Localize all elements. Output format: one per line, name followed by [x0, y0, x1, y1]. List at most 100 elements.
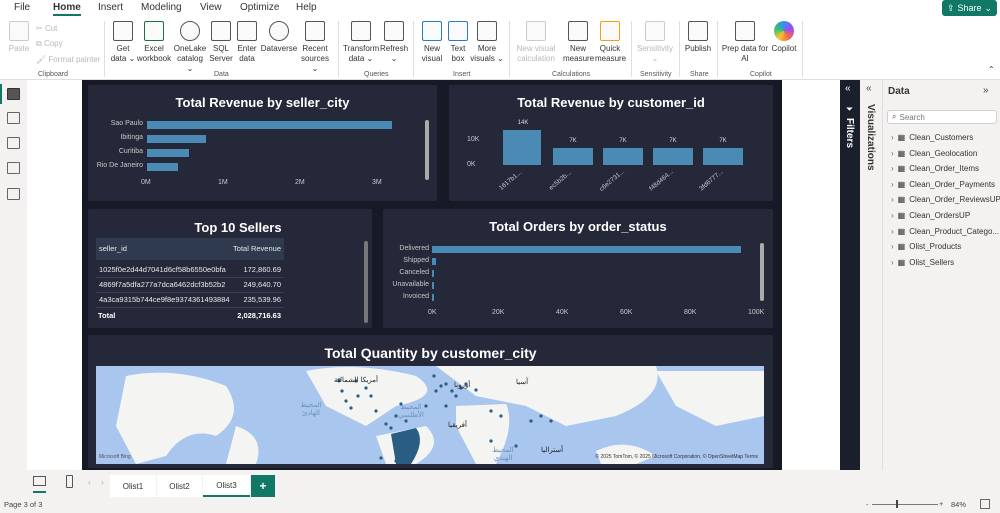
map-point[interactable]: [384, 422, 387, 425]
paste-button[interactable]: Paste: [6, 21, 32, 54]
map-point[interactable]: [394, 459, 397, 462]
text-box-button[interactable]: Text box: [447, 21, 469, 64]
publish-button[interactable]: Publish: [683, 21, 713, 54]
map-point[interactable]: [404, 419, 407, 422]
map-point[interactable]: [369, 394, 372, 397]
zoom-slider-thumb[interactable]: [896, 500, 898, 508]
top-sellers-table[interactable]: Top 10 Sellers seller_id Total Revenue T…: [88, 209, 372, 328]
fit-to-page-icon[interactable]: [980, 499, 990, 509]
data-table-item[interactable]: ›▦Olist_Sellers: [891, 258, 954, 267]
transform-data-button[interactable]: Transform data ⌄: [343, 21, 379, 64]
page-tab-olist3[interactable]: Olist3: [203, 475, 250, 497]
customer-id-chart[interactable]: Total Revenue by customer_id 0K10K14K161…: [449, 85, 773, 201]
map-point[interactable]: [450, 389, 453, 392]
excel-workbook-button[interactable]: Excel workbook: [136, 21, 172, 64]
data-table-item[interactable]: ›▦Clean_Geolocation: [891, 149, 977, 158]
column-header-seller-id[interactable]: seller_id: [99, 244, 127, 253]
map-point[interactable]: [474, 388, 477, 391]
map-point[interactable]: [444, 404, 447, 407]
map-point[interactable]: [374, 409, 377, 412]
map-point[interactable]: [356, 394, 359, 397]
menu-file[interactable]: File: [14, 2, 30, 13]
expand-visualizations-icon[interactable]: «: [866, 83, 872, 94]
search-field[interactable]: [899, 113, 989, 122]
scrollbar[interactable]: [425, 120, 429, 180]
new-visual-button[interactable]: New visual: [418, 21, 446, 64]
mobile-layout-icon[interactable]: [66, 475, 73, 488]
sql-server-button[interactable]: SQL Server: [209, 21, 233, 64]
data-table-item[interactable]: ›▦Olist_Products: [891, 242, 961, 251]
menu-insert[interactable]: Insert: [98, 2, 123, 13]
table-view-icon[interactable]: [7, 112, 20, 124]
tmdl-view-icon[interactable]: [7, 188, 20, 200]
order-status-chart[interactable]: Total Orders by order_status DeliveredSh…: [383, 209, 773, 328]
menu-modeling[interactable]: Modeling: [141, 2, 182, 13]
menu-home[interactable]: Home: [53, 2, 81, 16]
get-data-button[interactable]: Get data ⌄: [110, 21, 136, 64]
cut-button[interactable]: ✂ Cut: [36, 24, 57, 34]
menu-help[interactable]: Help: [296, 2, 317, 13]
map-point[interactable]: [499, 414, 502, 417]
data-table-item[interactable]: ›▦Clean_Product_Catego...: [891, 227, 999, 236]
map-point[interactable]: [454, 394, 457, 397]
map-point[interactable]: [489, 409, 492, 412]
model-view-icon[interactable]: [7, 137, 20, 149]
map-point[interactable]: [349, 406, 352, 409]
map-point[interactable]: [364, 386, 367, 389]
copilot-button[interactable]: Copilot: [769, 21, 799, 54]
new-measure-button[interactable]: New measure: [563, 21, 593, 64]
map-point[interactable]: [344, 399, 347, 402]
dataverse-button[interactable]: Dataverse: [260, 21, 298, 54]
scrollbar[interactable]: [760, 243, 764, 301]
menu-view[interactable]: View: [200, 2, 222, 13]
add-page-button[interactable]: +: [251, 475, 275, 497]
map-point[interactable]: [529, 419, 532, 422]
collapse-data-icon[interactable]: »: [983, 85, 989, 96]
customer-city-map[interactable]: Total Quantity by customer_city أمريكا ا…: [88, 335, 773, 468]
map-point[interactable]: [379, 456, 382, 459]
map-point[interactable]: [340, 389, 343, 392]
more-visuals-button[interactable]: More visuals ⌄: [470, 21, 504, 64]
sensitivity-button[interactable]: Sensitivity⌄: [635, 21, 675, 64]
map-attribution[interactable]: © 2025 TomTom, © 2025 Microsoft Corporat…: [595, 454, 758, 460]
page-tab-olist1[interactable]: Olist1: [110, 475, 156, 497]
zoom-slider[interactable]: [872, 504, 938, 505]
data-table-item[interactable]: ›▦Clean_Order_Payments: [891, 180, 995, 189]
menu-optimize[interactable]: Optimize: [240, 2, 279, 13]
map-point[interactable]: [439, 384, 442, 387]
recent-sources-button[interactable]: Recent sources ⌄: [298, 21, 332, 74]
map-point[interactable]: [444, 382, 447, 385]
map-point[interactable]: [549, 419, 552, 422]
collapse-filters-icon[interactable]: «: [845, 83, 851, 94]
quick-measure-button[interactable]: Quick measure: [595, 21, 625, 64]
refresh-button[interactable]: Refresh⌄: [380, 21, 408, 64]
map-point[interactable]: [539, 414, 542, 417]
data-table-item[interactable]: ›▦Clean_Order_Items: [891, 164, 979, 173]
map-point[interactable]: [389, 426, 392, 429]
zoom-in-button[interactable]: +: [939, 499, 943, 508]
prev-page-icon[interactable]: ‹: [88, 478, 91, 487]
onelake-catalog-button[interactable]: OneLake catalog ⌄: [173, 21, 207, 74]
map-canvas[interactable]: أمريكا الشمالية أوروبا آسيا أفريقيا أستر…: [96, 366, 764, 464]
scrollbar[interactable]: [364, 241, 368, 323]
map-point[interactable]: [489, 439, 492, 442]
filters-pane[interactable]: « ⏷ Filters: [840, 80, 860, 470]
seller-city-chart[interactable]: Total Revenue by seller_city Sao PauloIb…: [88, 85, 437, 201]
map-point[interactable]: [432, 374, 435, 377]
map-point[interactable]: [434, 389, 437, 392]
visualizations-pane[interactable]: « Visualizations: [860, 80, 883, 470]
enter-data-button[interactable]: Enter data: [236, 21, 258, 64]
prep-data-for-ai-button[interactable]: Prep data for AI: [721, 21, 769, 64]
zoom-out-button[interactable]: -: [866, 500, 869, 509]
data-table-item[interactable]: ›▦Clean_Customers: [891, 133, 973, 142]
report-view-icon[interactable]: [7, 88, 20, 100]
new-visual-calculation-button[interactable]: New visual calculation: [514, 21, 558, 64]
collapse-ribbon-icon[interactable]: ⌃: [988, 65, 995, 75]
copy-button[interactable]: ⧉ Copy: [36, 39, 63, 49]
data-table-item[interactable]: ›▦Clean_OrdersUP: [891, 211, 970, 220]
search-input[interactable]: ⌕: [887, 110, 997, 124]
dax-query-view-icon[interactable]: [7, 162, 20, 174]
data-table-item[interactable]: ›▦Clean_Order_ReviewsUP: [891, 195, 1000, 204]
desktop-layout-icon[interactable]: [33, 476, 46, 486]
page-tab-olist2[interactable]: Olist2: [157, 475, 202, 497]
